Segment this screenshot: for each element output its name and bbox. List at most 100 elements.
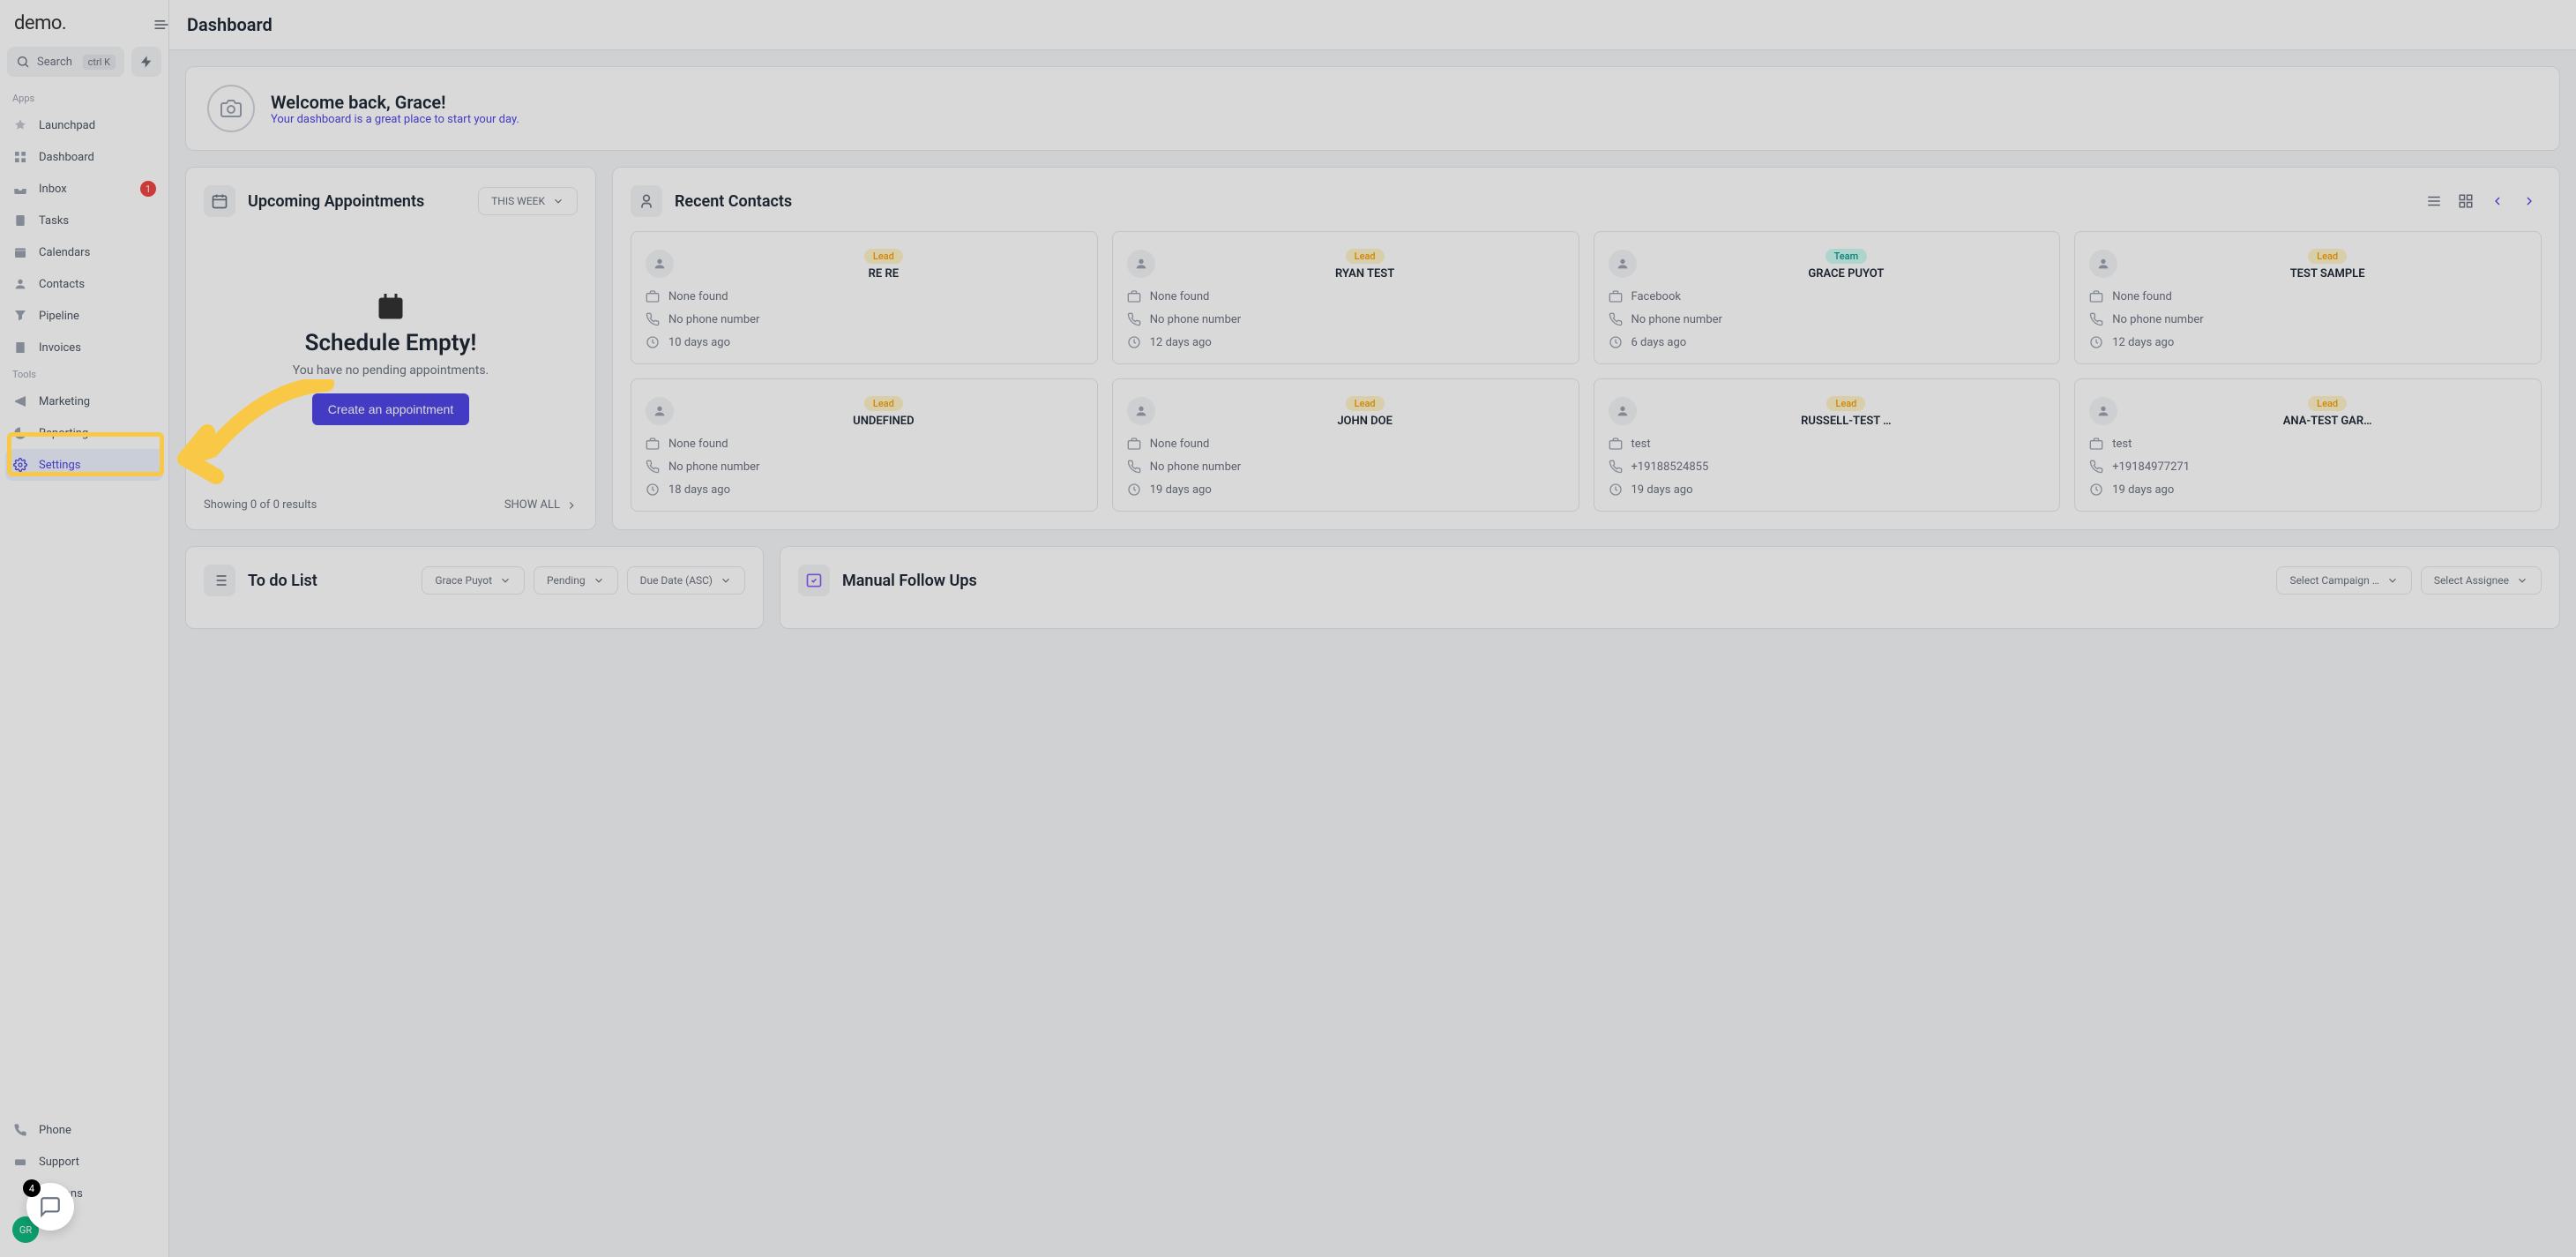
prev-button[interactable] xyxy=(2485,189,2510,213)
contact-card[interactable]: Lead ANA-TEST GAR… test +19184977271 19 … xyxy=(2074,378,2542,512)
next-button[interactable] xyxy=(2517,189,2542,213)
filter-button[interactable]: Select Campaign … xyxy=(2276,566,2411,595)
nav-label: Launchpad xyxy=(39,119,95,132)
nav-label: Calendars xyxy=(39,246,90,259)
contact-name: RYAN TEST xyxy=(1166,267,1564,281)
search-icon xyxy=(16,55,30,69)
contact-phone: No phone number xyxy=(1127,312,1564,326)
sidebar-item-dashboard[interactable]: Dashboard xyxy=(0,141,168,173)
contact-tag: Lead xyxy=(2308,396,2347,411)
sidebar-item-launchpad[interactable]: Launchpad xyxy=(0,109,168,141)
contacts-card: Recent Contacts Lead RE RE xyxy=(612,167,2560,530)
phone-icon xyxy=(646,460,660,474)
contact-phone: No phone number xyxy=(1609,312,2046,326)
phone-icon xyxy=(2089,312,2103,326)
contact-time: 19 days ago xyxy=(1609,483,2046,497)
view-list-button[interactable] xyxy=(2422,189,2446,213)
contact-avatar xyxy=(2089,397,2117,425)
calendar-icon xyxy=(204,185,235,217)
clock-icon xyxy=(1609,335,1623,349)
nav-label: Settings xyxy=(39,459,80,472)
welcome-card: Welcome back, Grace! Your dashboard is a… xyxy=(185,66,2560,151)
dashboard-icon xyxy=(12,149,28,165)
contact-company: test xyxy=(2089,437,2527,451)
appointments-filter[interactable]: THIS WEEK xyxy=(478,187,578,215)
sidebar-item-marketing[interactable]: Marketing xyxy=(0,385,168,417)
sidebar-item-invoices[interactable]: Invoices xyxy=(0,332,168,363)
clock-icon xyxy=(1127,335,1141,349)
filter-button[interactable]: Grace Puyot xyxy=(422,566,525,595)
view-grid-button[interactable] xyxy=(2453,189,2478,213)
followups-title: Manual Follow Ups xyxy=(842,572,977,590)
sidebar-item-inbox[interactable]: Inbox 1 xyxy=(0,173,168,205)
briefcase-icon xyxy=(2089,437,2103,451)
contact-card[interactable]: Lead RYAN TEST None found No phone numbe… xyxy=(1112,231,1579,364)
calendar-icon xyxy=(12,244,28,260)
sidebar-item-settings[interactable]: Settings xyxy=(5,449,163,481)
followup-icon xyxy=(798,565,830,596)
contact-name: RE RE xyxy=(684,267,1083,281)
sidebar-item-reporting[interactable]: Reporting xyxy=(0,417,168,449)
contact-time: 12 days ago xyxy=(1127,335,1564,349)
sidebar-item-contacts[interactable]: Contacts xyxy=(0,268,168,300)
contact-card[interactable]: Lead UNDEFINED None found No phone numbe… xyxy=(631,378,1098,512)
create-appointment-button[interactable]: Create an appointment xyxy=(312,393,469,425)
todo-title: To do List xyxy=(248,572,317,590)
contact-avatar xyxy=(1127,397,1155,425)
quick-action-button[interactable] xyxy=(131,47,161,77)
nav-label: Dashboard xyxy=(39,151,94,164)
welcome-avatar[interactable] xyxy=(207,85,255,132)
nav-label: Tasks xyxy=(39,214,69,228)
bolt-icon xyxy=(139,55,153,69)
tasks-icon xyxy=(12,213,28,228)
chat-widget[interactable]: 4 xyxy=(26,1183,74,1231)
list-icon xyxy=(204,565,235,596)
contact-card[interactable]: Lead RE RE None found No phone number 10… xyxy=(631,231,1098,364)
phone-icon xyxy=(1127,312,1141,326)
chat-badge: 4 xyxy=(23,1179,41,1197)
invoice-icon xyxy=(12,340,28,355)
chevron-down-icon xyxy=(2386,574,2399,587)
contact-tag: Lead xyxy=(864,396,903,411)
filter-button[interactable]: Select Assignee xyxy=(2421,566,2542,595)
contact-tag: Lead xyxy=(1346,249,1385,264)
appointments-title: Upcoming Appointments xyxy=(248,192,424,211)
results-count: Showing 0 of 0 results xyxy=(204,498,317,512)
briefcase-icon xyxy=(1127,437,1141,451)
chevron-down-icon xyxy=(720,574,732,587)
clock-icon xyxy=(646,335,660,349)
chevron-down-icon xyxy=(2516,574,2528,587)
sidebar-item-pipeline[interactable]: Pipeline xyxy=(0,300,168,332)
contact-name: RUSSELL-TEST … xyxy=(1647,415,2046,428)
contact-card[interactable]: Team GRACE PUYOT Facebook No phone numbe… xyxy=(1594,231,2061,364)
pipeline-icon xyxy=(12,308,28,324)
chevron-down-icon xyxy=(593,574,605,587)
sidebar-item-phone[interactable]: Phone xyxy=(0,1114,168,1146)
contact-card[interactable]: Lead RUSSELL-TEST … test +19188524855 19… xyxy=(1594,378,2061,512)
gear-icon xyxy=(12,457,28,473)
camera-icon xyxy=(220,98,242,119)
sidebar-item-tasks[interactable]: Tasks xyxy=(0,205,168,236)
briefcase-icon xyxy=(646,437,660,451)
search-placeholder: Search xyxy=(37,56,76,69)
briefcase-icon xyxy=(646,289,660,303)
welcome-subtitle: Your dashboard is a great place to start… xyxy=(271,113,519,126)
sidebar-item-support[interactable]: Support xyxy=(0,1146,168,1178)
contact-avatar xyxy=(646,250,674,278)
menu-toggle-icon[interactable] xyxy=(153,16,170,37)
main: Dashboard Welcome back, Grace! Your dash… xyxy=(169,0,2576,1257)
contact-name: ANA-TEST GAR… xyxy=(2128,415,2527,428)
contact-card[interactable]: Lead TEST SAMPLE None found No phone num… xyxy=(2074,231,2542,364)
sidebar-item-calendars[interactable]: Calendars xyxy=(0,236,168,268)
contact-card[interactable]: Lead JOHN DOE None found No phone number… xyxy=(1112,378,1579,512)
show-all-button[interactable]: SHOW ALL xyxy=(504,498,578,512)
search-input[interactable]: Search ctrl K xyxy=(7,47,124,77)
filter-button[interactable]: Pending xyxy=(534,566,618,595)
contact-company: None found xyxy=(646,289,1083,303)
phone-icon xyxy=(1127,460,1141,474)
nav-label: Inbox xyxy=(39,183,67,196)
contact-time: 6 days ago xyxy=(1609,335,2046,349)
contact-time: 12 days ago xyxy=(2089,335,2527,349)
contacts-icon xyxy=(12,276,28,292)
filter-button[interactable]: Due Date (ASC) xyxy=(627,566,745,595)
